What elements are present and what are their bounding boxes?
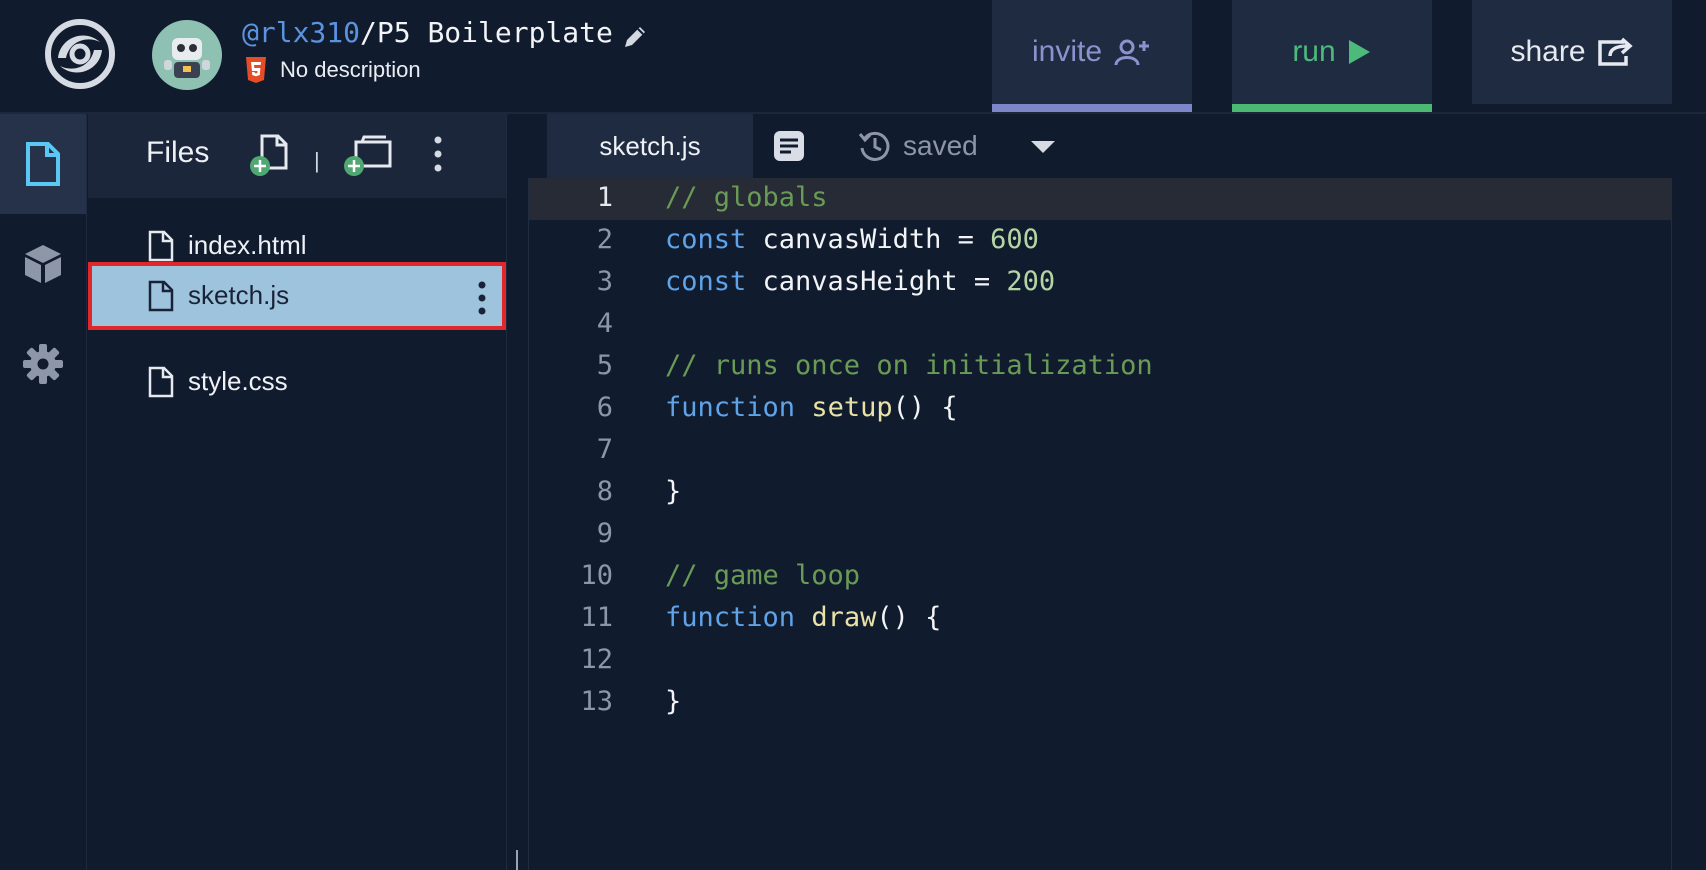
project-owner[interactable]: @rlx310 [242,16,360,49]
code-line[interactable]: 6 function setup() { [529,388,1671,430]
resize-handle[interactable] [516,850,518,870]
invite-underline [992,104,1192,112]
keyword: function [665,602,796,633]
code-line[interactable]: 9 [529,514,1671,556]
code-line[interactable]: 10 // game loop [529,556,1671,598]
line-number: 3 [596,266,613,297]
punctuation: } [665,686,682,717]
identifier: canvasWidth = [746,224,991,255]
run-label: run [1292,35,1336,68]
file-icon [148,366,174,398]
file-name: style.css [188,366,288,396]
code-line[interactable]: 7 [529,430,1671,472]
file-options-kebab-icon[interactable] [474,280,490,316]
punctuation: } [665,476,682,507]
file-icon [148,230,174,262]
file-icon [26,142,60,186]
punctuation: () { [876,602,942,633]
line-number: 6 [596,392,613,423]
files-header: Files | [88,114,506,198]
chevron-down-icon[interactable] [1029,138,1057,156]
number: 600 [990,224,1039,255]
files-label: Files [146,136,210,169]
run-button[interactable]: run [1232,0,1432,112]
keyword: const [665,224,747,255]
code-line[interactable]: 13 } [529,682,1671,724]
line-number: 1 [596,182,613,213]
identifier: canvasHeight = [746,266,1007,297]
html5-icon [246,57,266,83]
project-title[interactable]: @rlx310/P5 Boilerplate [242,16,613,49]
files-menu-kebab-icon[interactable] [428,134,448,174]
keyword: function [665,392,796,423]
code-editor[interactable]: 1 // globals 2 const canvasWidth = 600 3… [528,178,1672,870]
file-item-style-css[interactable]: style.css [88,348,506,416]
line-number: 5 [596,350,613,381]
new-folder-icon[interactable] [342,132,398,178]
save-status-label: saved [903,130,978,161]
file-panel: Files | index.html sketch.js style.css [88,114,507,870]
icon-rail [0,114,87,870]
file-name: index.html [188,230,307,260]
number: 200 [1006,266,1056,297]
new-file-icon[interactable] [248,132,296,178]
line-number: 12 [580,644,613,675]
line-number: 8 [596,476,613,507]
tab-sketch-js[interactable]: sketch.js [547,114,753,178]
add-user-icon [1114,39,1150,66]
rail-files[interactable] [0,114,86,214]
line-number: 2 [596,224,613,255]
description-row: No description [244,56,421,84]
line-number: 7 [596,434,613,465]
code-line[interactable]: 3 const canvasHeight = 200 [529,262,1671,304]
save-status: saved [857,128,978,164]
rail-settings[interactable] [0,314,86,414]
line-number: 4 [596,308,613,339]
function-name: setup [811,392,893,423]
punctuation: () { [892,392,958,423]
history-icon [858,131,890,161]
header-separator: | [314,148,320,173]
project-description[interactable]: No description [280,57,421,83]
comment: // globals [665,182,828,213]
line-number: 11 [580,602,613,633]
invite-button[interactable]: invite [992,0,1192,112]
file-icon [148,280,174,312]
format-icon[interactable] [773,130,805,162]
file-name: sketch.js [188,280,290,310]
file-item-sketch-js[interactable]: sketch.js [88,262,506,330]
gear-icon [23,344,63,384]
share-label: share [1510,35,1586,68]
run-underline [1232,104,1432,112]
line-number: 10 [580,560,613,591]
code-line[interactable]: 4 [529,304,1671,346]
cube-icon [25,245,61,283]
code-line[interactable]: 5 // runs once on initialization [529,346,1671,388]
editor-header: sketch.js saved [507,114,1706,178]
pencil-icon[interactable] [620,22,650,52]
avatar[interactable] [152,20,222,90]
share-icon [1597,37,1633,66]
line-number: 13 [580,686,613,717]
invite-label: invite [1031,35,1103,68]
code-line[interactable]: 2 const canvasWidth = 600 [529,220,1671,262]
code-line[interactable]: 1 // globals [529,178,1671,220]
code-line[interactable]: 12 [529,640,1671,682]
avatar-robot-icon [164,38,210,78]
keyword: const [665,266,747,297]
project-name[interactable]: /P5 Boilerplate [360,16,613,49]
function-name: draw [811,602,877,633]
share-button[interactable]: share [1472,0,1672,104]
comment: // game loop [665,560,861,591]
code-line[interactable]: 11 function draw() { [529,598,1671,640]
code-line[interactable]: 8 } [529,472,1671,514]
comment: // runs once on initialization [665,350,1153,381]
line-number: 9 [596,518,613,549]
rail-packages[interactable] [0,214,86,314]
play-icon [1348,40,1370,64]
logo-icon[interactable] [44,18,116,90]
top-bar: @rlx310/P5 Boilerplate No description in… [0,0,1706,112]
